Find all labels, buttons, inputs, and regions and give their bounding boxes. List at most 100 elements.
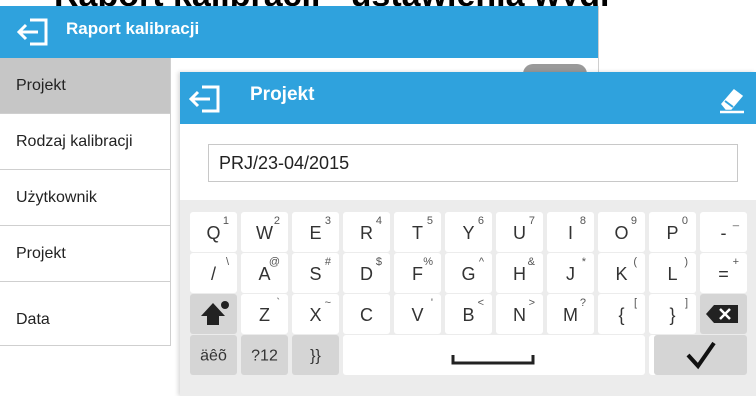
symbols-key[interactable]: }} <box>292 335 339 375</box>
key-label: V <box>411 305 424 326</box>
key-label: { <box>618 305 625 326</box>
key-secondary-label: % <box>423 256 433 268</box>
key-o[interactable]: O9 <box>598 212 645 252</box>
shift-icon <box>201 301 229 325</box>
key-secondary-label: + <box>732 256 739 268</box>
back-arrow-icon[interactable] <box>188 82 222 116</box>
key-row2-6[interactable]: H & <box>496 253 543 293</box>
key-row2-1[interactable]: A @ <box>241 253 288 293</box>
key-row2-8[interactable]: K( <box>598 253 645 293</box>
key-row3-2[interactable]: C <box>343 294 390 334</box>
key-row2-2[interactable]: S # <box>292 253 339 293</box>
shift-key[interactable] <box>190 294 237 334</box>
key-row3-4[interactable]: B < <box>445 294 492 334</box>
key-p[interactable]: P0 <box>649 212 696 252</box>
key-secondary-label: 5 <box>426 215 433 227</box>
key-e[interactable]: E3 <box>292 212 339 252</box>
key-secondary-label: $ <box>375 256 382 268</box>
key-row2-0[interactable]: / \ <box>190 253 237 293</box>
key-row3-0[interactable]: Z ` <box>241 294 288 334</box>
key-secondary-label: _ <box>732 215 739 227</box>
backspace-icon <box>706 305 738 323</box>
key-secondary-label: ( <box>633 256 637 268</box>
key-secondary-label: 6 <box>477 215 484 227</box>
key-label: L <box>667 264 678 285</box>
dialog-title: Projekt <box>250 84 315 105</box>
key-q[interactable]: Q1 <box>190 212 237 252</box>
key-row2-5[interactable]: G ^ <box>445 253 492 293</box>
window-title: Raport kalibracji <box>66 19 200 38</box>
numbers-key[interactable]: ?12 <box>241 335 288 375</box>
key-w[interactable]: W2 <box>241 212 288 252</box>
key-u[interactable]: U7 <box>496 212 543 252</box>
key-secondary-label: 2 <box>273 215 280 227</box>
project-text-field[interactable]: PRJ/23-04/2015 <box>208 144 738 182</box>
window-header: Raport kalibracji <box>0 6 598 58</box>
key-row3-1[interactable]: X ~ <box>292 294 339 334</box>
accents-key[interactable]: äêõ <box>190 335 237 375</box>
key-row3-8[interactable]: }] <box>649 294 696 334</box>
key-label: Z <box>259 305 270 326</box>
key-row3-3[interactable]: V ' <box>394 294 441 334</box>
eraser-icon[interactable] <box>718 84 746 114</box>
key-y[interactable]: Y6 <box>445 212 492 252</box>
key-row2-7[interactable]: J * <box>547 253 594 293</box>
confirm-key[interactable] <box>654 335 747 375</box>
key-label: A <box>258 264 271 285</box>
key-secondary-label: ~ <box>324 297 331 309</box>
key-label: } <box>669 305 676 326</box>
key-label: M <box>563 305 578 326</box>
key-secondary-label: * <box>581 256 586 268</box>
key-label: X <box>309 305 322 326</box>
key-i[interactable]: I8 <box>547 212 594 252</box>
key-label: N <box>513 305 526 326</box>
list-item-project[interactable]: Projekt <box>0 226 170 282</box>
backspace-key[interactable] <box>700 294 747 334</box>
key-label: J <box>566 264 575 285</box>
key-label: I <box>567 223 573 244</box>
key-label: B <box>462 305 475 326</box>
key-label: D <box>360 264 373 285</box>
key-row3-5[interactable]: N > <box>496 294 543 334</box>
key-label: H <box>513 264 526 285</box>
key-t[interactable]: T5 <box>394 212 441 252</box>
key-label: äêõ <box>200 347 227 365</box>
key-label: K <box>615 264 628 285</box>
key-row2-4[interactable]: F% <box>394 253 441 293</box>
list-item-date[interactable]: Data <box>0 282 170 346</box>
list-item-project-selected[interactable]: Projekt <box>0 58 170 114</box>
key-secondary-label: @ <box>268 256 280 268</box>
key-label: / <box>210 264 216 285</box>
list-item-calibration-type[interactable]: Rodzaj kalibracji <box>0 114 170 170</box>
key-secondary-label: \ <box>225 256 229 268</box>
key-secondary-label: 0 <box>681 215 688 227</box>
key-label: E <box>309 223 322 244</box>
key-label: Q <box>206 223 221 244</box>
key-row3-7[interactable]: {[ <box>598 294 645 334</box>
key-secondary-label: & <box>527 256 535 268</box>
key-secondary-label: ` <box>276 297 280 309</box>
key-row2-9[interactable]: L) <box>649 253 696 293</box>
space-icon <box>451 355 535 365</box>
key-row2-3[interactable]: D $ <box>343 253 390 293</box>
key-secondary-label: ^ <box>478 256 484 268</box>
key-label: Y <box>462 223 475 244</box>
key-label: C <box>360 305 373 326</box>
key-row3-6[interactable]: M? <box>547 294 594 334</box>
dialog-header: Projekt <box>180 72 756 124</box>
key-label: G <box>461 264 476 285</box>
key-label: P <box>666 223 679 244</box>
key-r[interactable]: R4 <box>343 212 390 252</box>
key--[interactable]: - _ <box>700 212 747 252</box>
key-secondary-label: ) <box>684 256 688 268</box>
key-secondary-label: 3 <box>324 215 331 227</box>
list-item-user[interactable]: Użytkownik <box>0 170 170 226</box>
back-arrow-icon[interactable] <box>16 14 50 50</box>
key-label: U <box>513 223 526 244</box>
space-key[interactable] <box>343 335 645 375</box>
key-secondary-label: [ <box>633 297 637 309</box>
key-label: }} <box>310 347 321 365</box>
key-secondary-label: 8 <box>579 215 586 227</box>
key-label: O <box>614 223 629 244</box>
key-row2-10[interactable]: = + <box>700 253 747 293</box>
